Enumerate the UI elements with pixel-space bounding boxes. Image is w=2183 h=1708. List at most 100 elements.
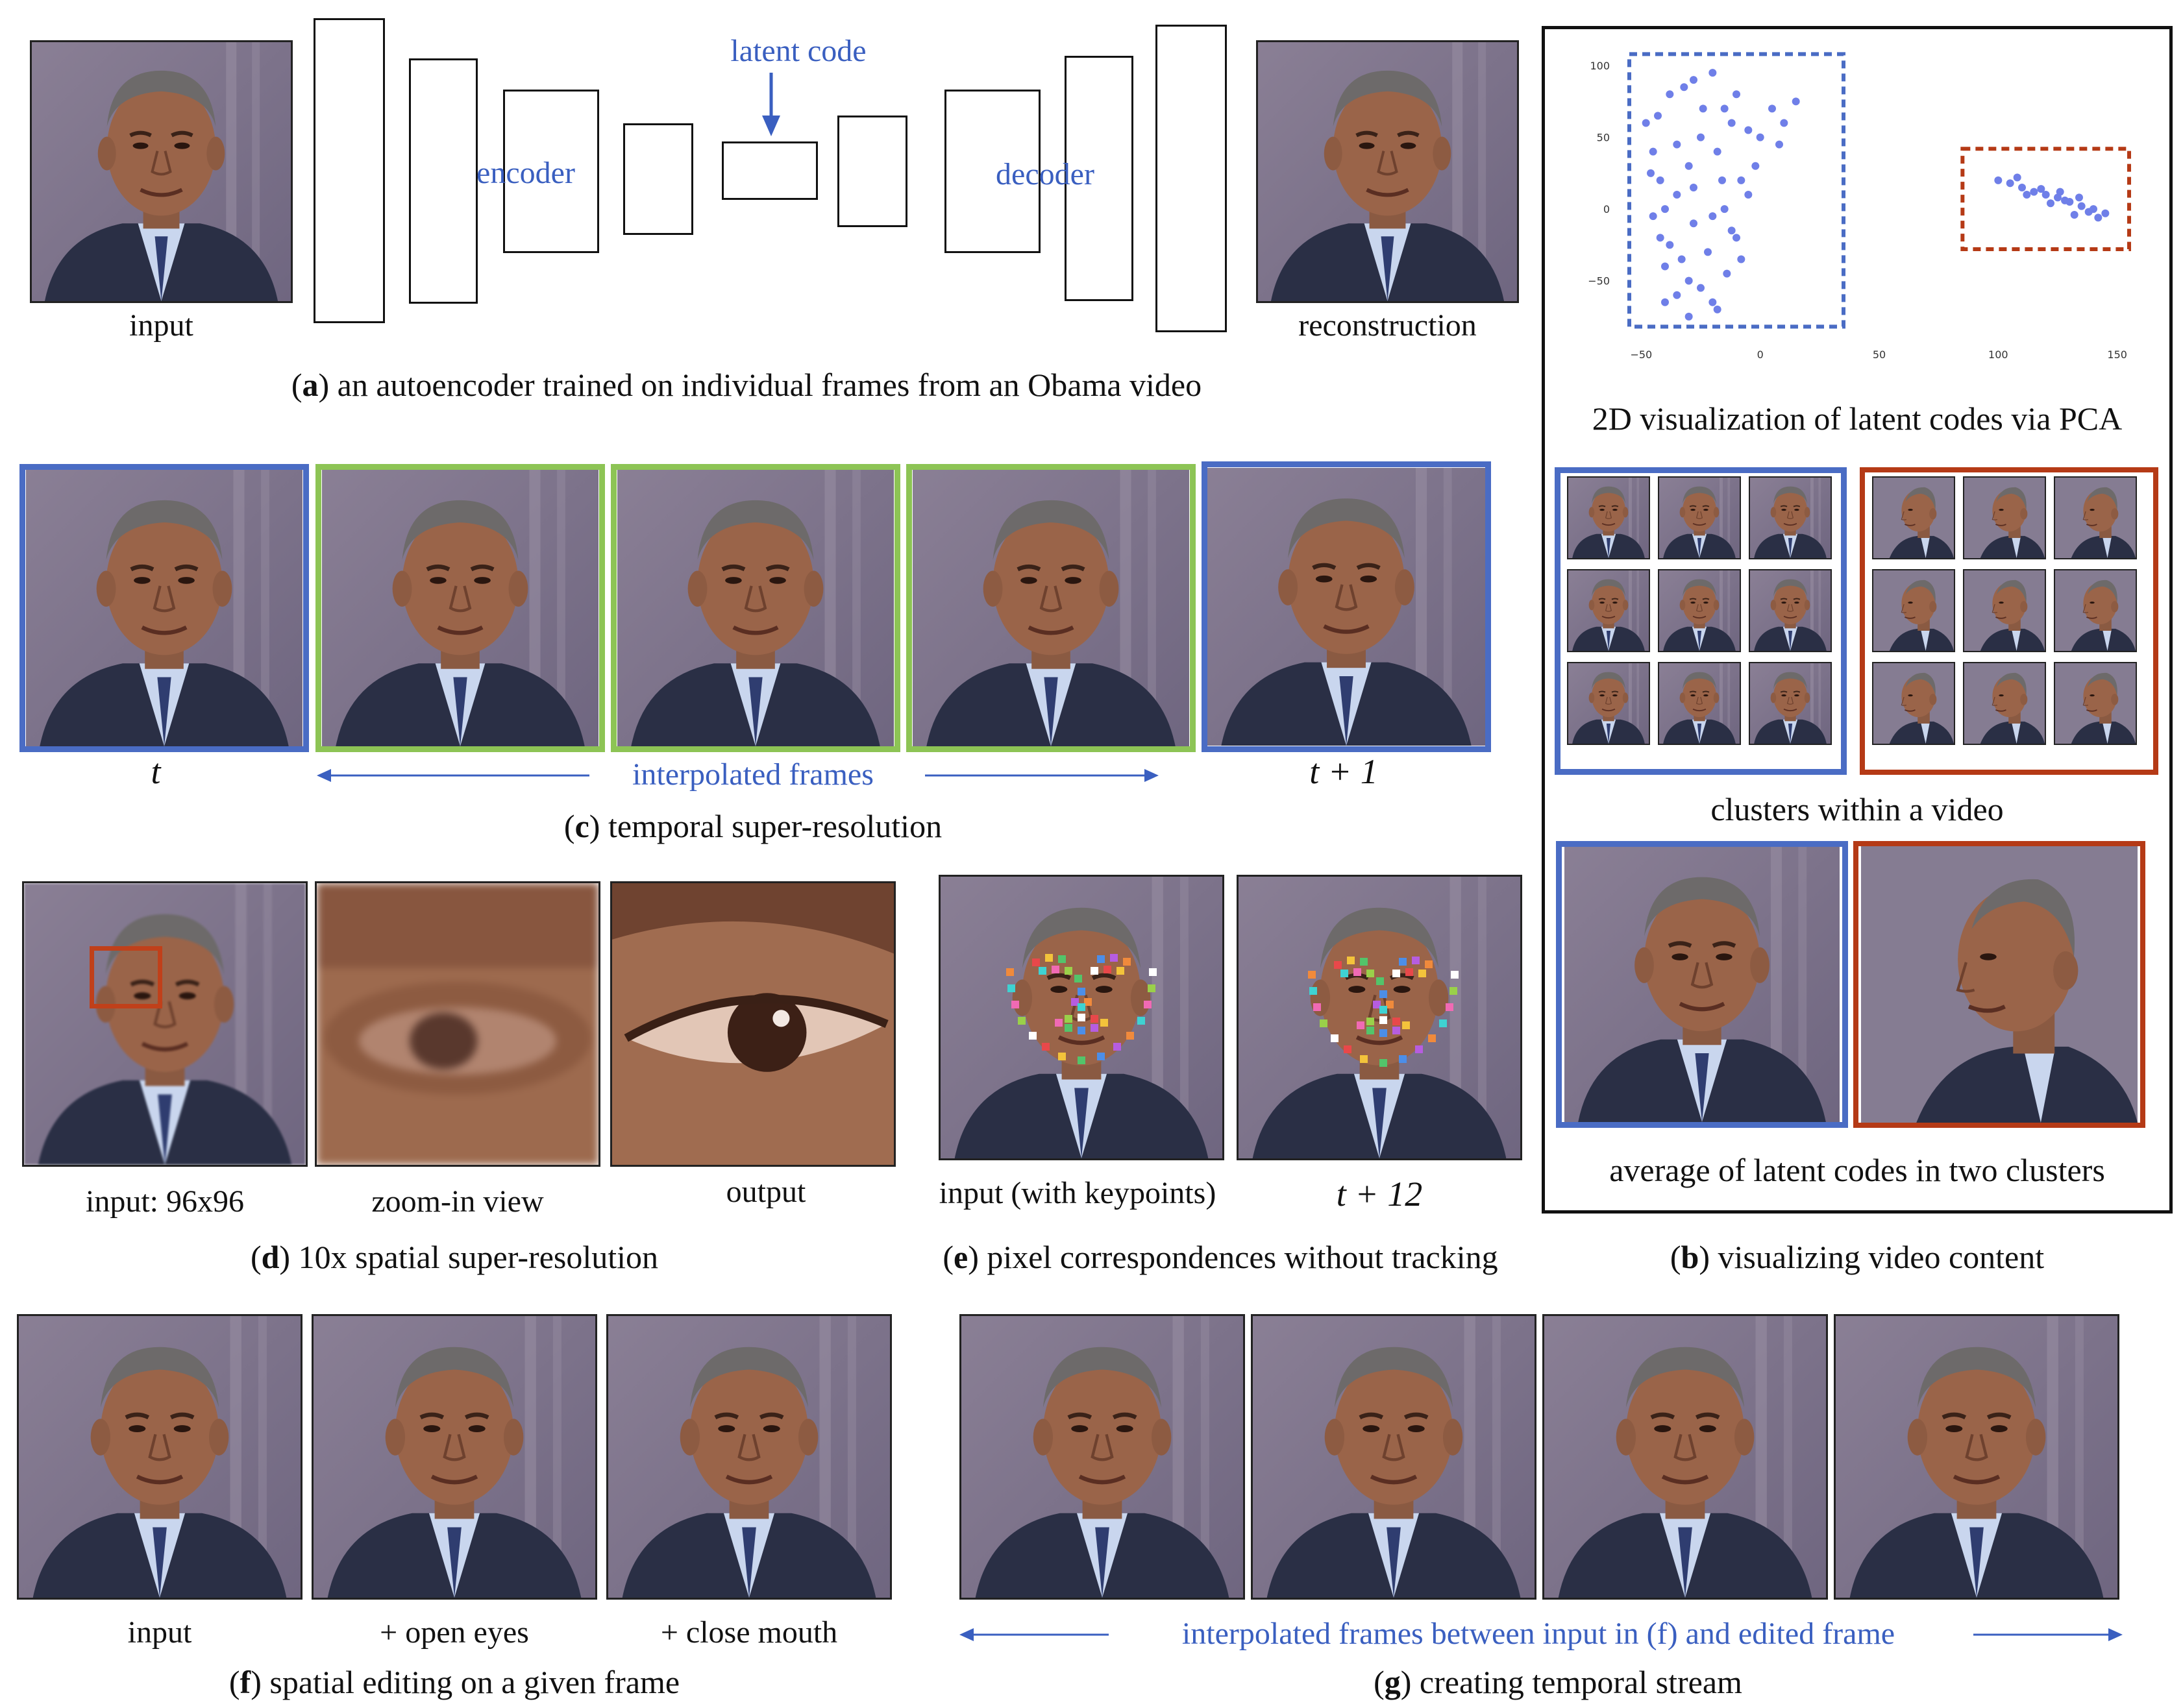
interp-arrow-right: [925, 769, 1159, 782]
scatter-point: [1656, 234, 1664, 242]
interp-frame-2: [611, 464, 900, 752]
close-mouth-photo: [606, 1314, 892, 1600]
scatter-point: [2061, 196, 2069, 204]
scatter-point: [2077, 202, 2086, 210]
keypoint-marker: [1415, 1045, 1423, 1053]
scatter-point: [2094, 214, 2103, 222]
scatter-point: [2006, 179, 2014, 188]
edit-input-label: input: [127, 1615, 192, 1650]
scatter-point: [2070, 210, 2078, 219]
t-plus-1-label: t + 1: [1309, 752, 1378, 791]
cluster-a-thumbnail: [1567, 662, 1650, 745]
t-label: t: [151, 752, 161, 791]
scatter-point: [1649, 212, 1657, 221]
keypoint-marker: [1405, 968, 1413, 976]
obama-face-image: [1750, 478, 1831, 558]
frame-t-plus-1: [1202, 461, 1491, 752]
cluster-a-thumbnail: [1658, 569, 1741, 652]
obama-face-image: [25, 470, 303, 746]
open-eyes-label: + open eyes: [380, 1615, 529, 1650]
stream-frame-4: [1834, 1314, 2119, 1600]
latent-code-box: [722, 141, 818, 200]
y-tick-label: 50: [1597, 132, 1610, 144]
scatter-point: [1780, 119, 1788, 127]
keypoint-marker: [1126, 1032, 1134, 1040]
keypoint-marker: [1392, 1027, 1400, 1034]
keypoint-marker: [1360, 1055, 1368, 1063]
keypoint-marker: [1045, 954, 1053, 962]
scatter-point: [2023, 191, 2031, 199]
y-tick-label: 100: [1590, 60, 1610, 72]
scatter-point: [1994, 176, 2003, 184]
scatter-point: [1661, 298, 1669, 306]
scatter-point: [2047, 199, 2054, 208]
output-label: output: [726, 1175, 806, 1209]
input-photo: [30, 40, 293, 303]
reconstruction-label: reconstruction: [1298, 308, 1477, 343]
stream-arrow-right: [1973, 1628, 2123, 1641]
keypoint-marker: [1425, 960, 1433, 968]
zoom-in-label: zoom-in view: [371, 1184, 544, 1219]
keypoint-marker: [1379, 1006, 1387, 1014]
obama-face-image: [1568, 478, 1649, 558]
keypoint-marker: [1309, 987, 1317, 995]
keypoint-marker: [1149, 968, 1157, 976]
scatter-point: [1708, 212, 1717, 221]
scatter-point: [1673, 291, 1681, 299]
obama-face-image: [2055, 478, 2136, 558]
edit-input-photo: [17, 1314, 302, 1600]
obama-face-image: [321, 470, 599, 746]
close-mouth-label: + close mouth: [660, 1615, 838, 1650]
scatter-point: [1720, 205, 1729, 214]
keypoint-marker: [1418, 970, 1426, 977]
keypoint-marker: [1011, 1001, 1019, 1008]
keypoint-marker: [1123, 958, 1131, 966]
keypoint-marker: [1042, 1043, 1050, 1051]
keypoint-marker: [1347, 957, 1355, 964]
scatter-point: [2056, 188, 2064, 196]
scatter-point: [1680, 83, 1688, 92]
average-label: average of latent codes in two clusters: [1609, 1152, 2105, 1188]
keypoint-marker: [1344, 1045, 1351, 1053]
obama-face-image: [1964, 478, 2045, 558]
keypoint-marker: [1018, 1017, 1026, 1025]
cluster-a-thumbnail: [1749, 569, 1832, 652]
keypoint-marker: [1392, 970, 1400, 977]
keypoint-marker: [1366, 1027, 1374, 1034]
scatter-point: [1775, 140, 1783, 149]
scatter-point: [1737, 255, 1745, 263]
keypoint-marker: [1144, 1001, 1152, 1008]
t-plus-12-label: t + 12: [1336, 1175, 1423, 1214]
scatter-point: [1656, 176, 1664, 184]
keypoint-marker: [1065, 1024, 1072, 1032]
x-tick-label: 0: [1757, 348, 1764, 361]
scatter-point: [1677, 255, 1686, 263]
keypoint-marker: [1100, 1019, 1108, 1027]
obama-face-side-image: [1858, 846, 2140, 1123]
keypoint-marker: [1078, 1056, 1085, 1064]
keypoint-marker: [1340, 970, 1348, 977]
interp-frame-3: [906, 464, 1196, 752]
obama-face-image: [1258, 42, 1517, 301]
cluster-b-thumbnail: [1963, 662, 2046, 745]
open-eyes-photo: [312, 1314, 597, 1600]
scatter-point: [1642, 119, 1650, 127]
scatter-point: [1713, 305, 1721, 313]
scatter-point: [2013, 173, 2021, 182]
scatter-point: [1647, 169, 1655, 177]
stream-frame-2: [1251, 1314, 1536, 1600]
scatter-point: [1727, 226, 1736, 235]
scatter-point: [1699, 104, 1707, 113]
keypoint-marker: [1097, 1053, 1105, 1060]
scatter-point: [1661, 205, 1669, 214]
keypoint-marker: [1032, 958, 1040, 966]
scatter-point: [1792, 97, 1800, 106]
caption-d: (d) 10x spatial super-resolution: [250, 1239, 659, 1275]
obama-face-image: [1659, 478, 1740, 558]
scatter-point: [1737, 176, 1745, 184]
y-tick-label: 0: [1603, 203, 1610, 215]
keypoint-marker: [1399, 1055, 1407, 1063]
x-tick-label: 150: [2107, 348, 2127, 361]
keypoint-marker: [1074, 975, 1082, 982]
scatter-point: [1723, 269, 1731, 278]
